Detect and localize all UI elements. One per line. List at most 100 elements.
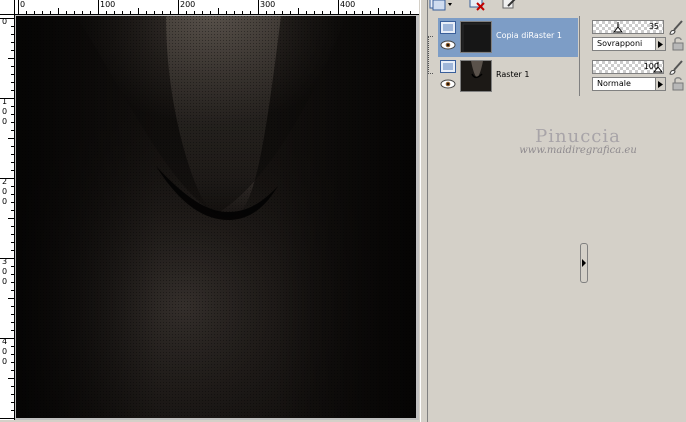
ruler-tick (11, 186, 14, 187)
ruler-tick (386, 11, 387, 14)
blend-mode-select[interactable]: Sovrapponi (592, 37, 666, 51)
opacity-value: 35 (648, 22, 659, 31)
ruler-tick (314, 11, 315, 14)
ruler-tick (8, 298, 14, 299)
opacity-slider[interactable]: 35 (592, 20, 664, 34)
ruler-tick (370, 11, 371, 14)
ruler-tick (346, 11, 347, 14)
panel-splitter[interactable] (420, 0, 428, 422)
ruler-tick (42, 11, 43, 14)
delete-layer-button[interactable] (468, 0, 488, 12)
eye-icon[interactable] (440, 40, 456, 50)
raster-layer-icon (440, 21, 456, 34)
ruler-label: 0 (1, 17, 8, 26)
ruler-tick (354, 11, 355, 14)
ruler-tick (11, 42, 14, 43)
ruler-tick (74, 11, 75, 14)
layer-name-area[interactable]: Raster 1 (438, 57, 578, 96)
ruler-tick (11, 202, 14, 203)
canvas-artwork (16, 16, 416, 418)
ruler-tick (11, 162, 14, 163)
image-canvas[interactable] (16, 16, 416, 418)
ruler-tick (11, 306, 14, 307)
ruler-tick (90, 11, 91, 14)
ruler-tick (226, 11, 227, 14)
vertical-ruler: 0 1 0 0 2 0 0 3 0 0 4 0 0 (0, 15, 15, 420)
ruler-tick (138, 8, 139, 14)
ruler-tick (362, 11, 363, 14)
layer-properties-copia: 35 Sovrapponi (592, 20, 686, 54)
ruler-tick (11, 226, 14, 227)
ruler-label: 0 (20, 0, 26, 9)
layer-row-copia[interactable]: Copia diRaster 1 (428, 18, 580, 57)
layers-toolbar (428, 0, 588, 14)
new-layer-icon (429, 0, 452, 11)
ruler-label: 2 0 0 (1, 177, 8, 206)
ruler-tick (290, 11, 291, 14)
ruler-tick (11, 34, 14, 35)
lock-icon[interactable] (672, 37, 684, 51)
panel-expand-handle[interactable] (580, 243, 588, 283)
ruler-tick (378, 8, 379, 14)
layer-name-area[interactable]: Copia diRaster 1 (438, 18, 578, 57)
ruler-tick (8, 378, 14, 379)
ruler-tick (194, 11, 195, 14)
ruler-label: 1 0 0 (1, 97, 8, 126)
ruler-tick (410, 11, 411, 14)
blend-mode-arrow[interactable] (655, 38, 665, 50)
layer-list: Copia diRaster 1 Raster 1 (428, 16, 580, 96)
ruler-tick (18, 0, 19, 14)
ruler-tick (11, 74, 14, 75)
ruler-tick (11, 290, 14, 291)
ruler-tick (11, 322, 14, 323)
new-layer-button[interactable] (428, 0, 454, 12)
brush-icon[interactable] (668, 60, 684, 76)
opacity-value: 100 (643, 62, 659, 71)
layer-name-label: Raster 1 (496, 70, 530, 79)
ruler-tick (258, 0, 259, 14)
chevron-right-icon (582, 259, 586, 267)
ruler-tick (242, 11, 243, 14)
ruler-tick (130, 11, 131, 14)
ruler-tick (11, 234, 14, 235)
layer-row-raster[interactable]: Raster 1 (428, 57, 580, 96)
ruler-tick (11, 250, 14, 251)
brush-icon[interactable] (668, 20, 684, 36)
ruler-tick (250, 11, 251, 14)
ruler-tick (98, 0, 99, 14)
ruler-tick (11, 66, 14, 67)
ruler-tick (234, 11, 235, 14)
ruler-label: 200 (180, 0, 196, 9)
ruler-label: 400 (340, 0, 356, 9)
ruler-tick (11, 242, 14, 243)
ruler-tick (394, 11, 395, 14)
ruler-tick (11, 314, 14, 315)
lock-icon[interactable] (672, 77, 684, 91)
opacity-slider[interactable]: 100 (592, 60, 664, 74)
ruler-tick (11, 386, 14, 387)
ruler-tick (11, 90, 14, 91)
blend-mode-select[interactable]: Normale (592, 77, 666, 91)
ruler-tick (11, 194, 14, 195)
watermark: Pinuccia www.maidiregrafica.eu (478, 126, 678, 156)
chevron-right-icon (658, 80, 663, 88)
ruler-label: 3 0 0 (1, 257, 8, 286)
ruler-tick (146, 11, 147, 14)
eye-icon[interactable] (440, 79, 456, 89)
ruler-tick (202, 11, 203, 14)
ruler-tick (11, 282, 14, 283)
blend-mode-arrow[interactable] (655, 78, 665, 90)
ruler-tick (330, 11, 331, 14)
ruler-tick (11, 402, 14, 403)
horizontal-ruler: 0 100 200 300 400 (15, 0, 419, 15)
ruler-tick (58, 8, 59, 14)
ruler-tick (11, 394, 14, 395)
ruler-tick (11, 106, 14, 107)
ruler-tick (338, 0, 339, 14)
slider-thumb-icon[interactable] (613, 22, 623, 33)
ruler-label: 300 (260, 0, 276, 9)
ruler-tick (11, 130, 14, 131)
ruler-tick (210, 11, 211, 14)
ruler-tick (11, 362, 14, 363)
edit-layer-button[interactable] (500, 0, 518, 12)
